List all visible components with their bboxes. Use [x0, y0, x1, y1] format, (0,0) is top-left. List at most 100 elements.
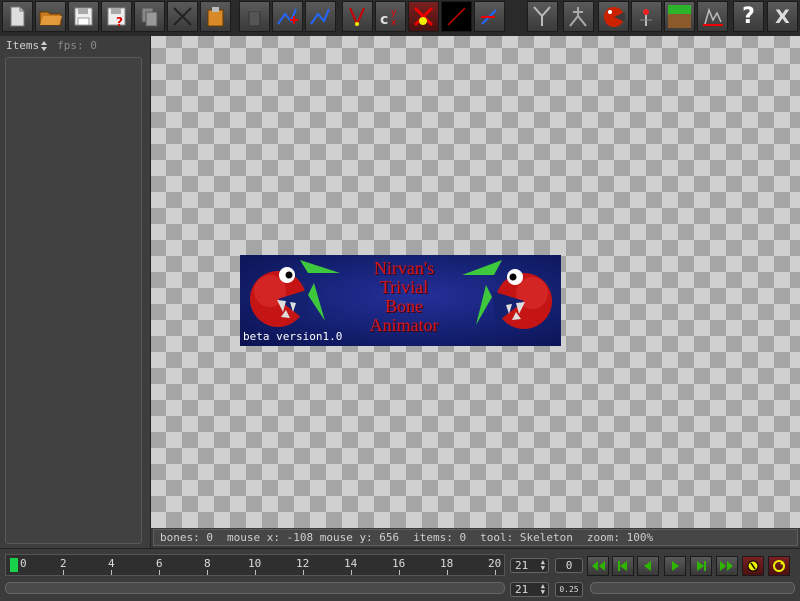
open-folder-icon	[39, 11, 62, 26]
items-panel: Items fps: 0	[0, 36, 151, 548]
status-zoom: zoom: 100%	[586, 531, 654, 544]
timeline-ruler[interactable]: 0 2 4 6 8 10 12 14 16 18 20	[5, 554, 505, 576]
save-button[interactable]	[68, 1, 99, 32]
timeline-tick-label: 12	[296, 557, 310, 570]
items-header: Items fps: 0	[6, 39, 97, 52]
frame-count-spinner[interactable]: 21 ▲ ▼	[510, 582, 549, 597]
status-mouse-y: mouse y: 656	[319, 531, 400, 544]
sprite-icon	[604, 7, 625, 27]
first-frame-icon	[592, 561, 605, 571]
drawing-canvas[interactable]: Nirvan's Trivial Bone Animator beta vers…	[151, 36, 800, 528]
prev-keyframe-button[interactable]	[612, 556, 634, 576]
first-frame-button[interactable]	[587, 556, 609, 576]
pin-icon	[640, 9, 652, 26]
rotate-bone-button[interactable]	[474, 1, 505, 32]
next-frame-button[interactable]	[690, 556, 712, 576]
svg-text:y: y	[391, 8, 397, 18]
prev-frame-icon	[644, 561, 651, 571]
ground-button[interactable]	[664, 1, 695, 32]
prev-frame-button[interactable]	[637, 556, 659, 576]
delete-button[interactable]	[239, 1, 270, 32]
frame-count-value: 21	[515, 583, 529, 596]
playback-scrollbar[interactable]	[590, 582, 795, 594]
skeleton-icon	[533, 6, 551, 26]
remove-tool-button[interactable]	[408, 1, 439, 32]
save-icon	[74, 7, 93, 26]
loop-button[interactable]	[768, 556, 790, 576]
items-list[interactable]	[5, 57, 142, 544]
skeleton-button[interactable]	[527, 1, 558, 32]
play-button[interactable]	[664, 556, 686, 576]
open-file-button[interactable]	[35, 1, 66, 32]
edit-bones-button[interactable]	[305, 1, 336, 32]
timeline-tick-mark	[447, 570, 448, 575]
timeline-tick-label: 14	[344, 557, 358, 570]
edit-bones-icon	[310, 8, 330, 25]
status-bones: bones: 0	[160, 531, 213, 544]
timeline-tick-label: 10	[248, 557, 262, 570]
coordinates-icon: c yx	[380, 8, 397, 28]
graph-icon	[703, 7, 723, 26]
prev-keyframe-icon	[618, 561, 627, 571]
timeline-tick-mark	[63, 570, 64, 575]
timeline-area: 0 2 4 6 8 10 12 14 16 18 20 21 ▲ ▼ 21 ▲ ▼ 0 0.25	[0, 548, 800, 601]
timeline-tick-label: 20	[488, 557, 502, 570]
current-frame-value: 0	[565, 559, 573, 572]
line-tool-button[interactable]	[441, 1, 472, 32]
help-button[interactable]: ?	[733, 1, 764, 32]
new-file-button[interactable]	[2, 1, 33, 32]
add-bone-button[interactable]	[272, 1, 303, 32]
updown-arrow-icon	[41, 40, 48, 51]
speed-value: 0.25	[559, 585, 579, 594]
graph-button[interactable]	[697, 1, 728, 32]
spinner-arrows-icon[interactable]: ▲ ▼	[541, 583, 545, 596]
timeline-scrollbar[interactable]	[5, 582, 505, 594]
save-as-icon: ?	[107, 7, 126, 29]
status-bar: bones: 0 mouse x: -108 mouse y: 656 item…	[153, 529, 798, 546]
timeline-tick-mark	[303, 570, 304, 575]
new-file-icon	[10, 6, 25, 27]
sprite-button[interactable]	[598, 1, 629, 32]
pin-tool-button[interactable]	[342, 1, 373, 32]
items-dropdown[interactable]: Items	[6, 39, 48, 52]
status-tool: tool: Skeleton	[480, 531, 573, 544]
play-icon	[672, 561, 679, 571]
spinner-arrows-icon[interactable]: ▲ ▼	[541, 559, 545, 572]
coordinates-button[interactable]: cyx	[375, 1, 406, 32]
skeleton-alt-icon	[569, 7, 587, 27]
cut-button[interactable]	[167, 1, 198, 32]
paste-button[interactable]	[200, 1, 231, 32]
copy-button[interactable]	[134, 1, 165, 32]
last-frame-icon	[720, 561, 733, 571]
toolbar: ? cyx ? X	[0, 0, 800, 37]
splash-banner: Nirvan's Trivial Bone Animator beta vers…	[240, 255, 561, 346]
close-button[interactable]: X	[767, 1, 798, 32]
total-frames-spinner[interactable]: 21 ▲ ▼	[510, 558, 549, 573]
record-button[interactable]	[742, 556, 764, 576]
total-frames-value: 21	[515, 559, 529, 572]
loop-icon	[773, 560, 785, 572]
line-tool-icon	[447, 7, 466, 26]
items-dropdown-label: Items	[6, 39, 40, 52]
add-bone-icon	[277, 8, 298, 25]
fps-label: fps: 0	[57, 39, 97, 52]
ground-icon	[668, 5, 691, 28]
rotate-bone-icon	[481, 9, 497, 25]
pin-button[interactable]	[631, 1, 662, 32]
delete-icon	[247, 9, 262, 27]
paste-icon	[207, 7, 224, 27]
status-mouse-x: mouse x: -108	[226, 531, 314, 544]
status-items: items: 0	[413, 531, 467, 544]
timeline-tick-label: 6	[156, 557, 163, 570]
last-frame-button[interactable]	[716, 556, 738, 576]
timeline-tick-mark	[351, 570, 352, 575]
timeline-tick-mark	[111, 570, 112, 575]
close-icon: X	[775, 5, 790, 28]
timeline-tick-label: 8	[204, 557, 211, 570]
current-frame-field[interactable]: 0	[555, 558, 583, 573]
speed-field[interactable]: 0.25	[555, 582, 583, 597]
timeline-ticks: 2 4 6 8 10 12 14 16 18 20	[6, 555, 504, 575]
timeline-tick-label: 18	[440, 557, 454, 570]
skeleton-alt-button[interactable]	[563, 1, 594, 32]
save-as-button[interactable]: ?	[101, 1, 132, 32]
